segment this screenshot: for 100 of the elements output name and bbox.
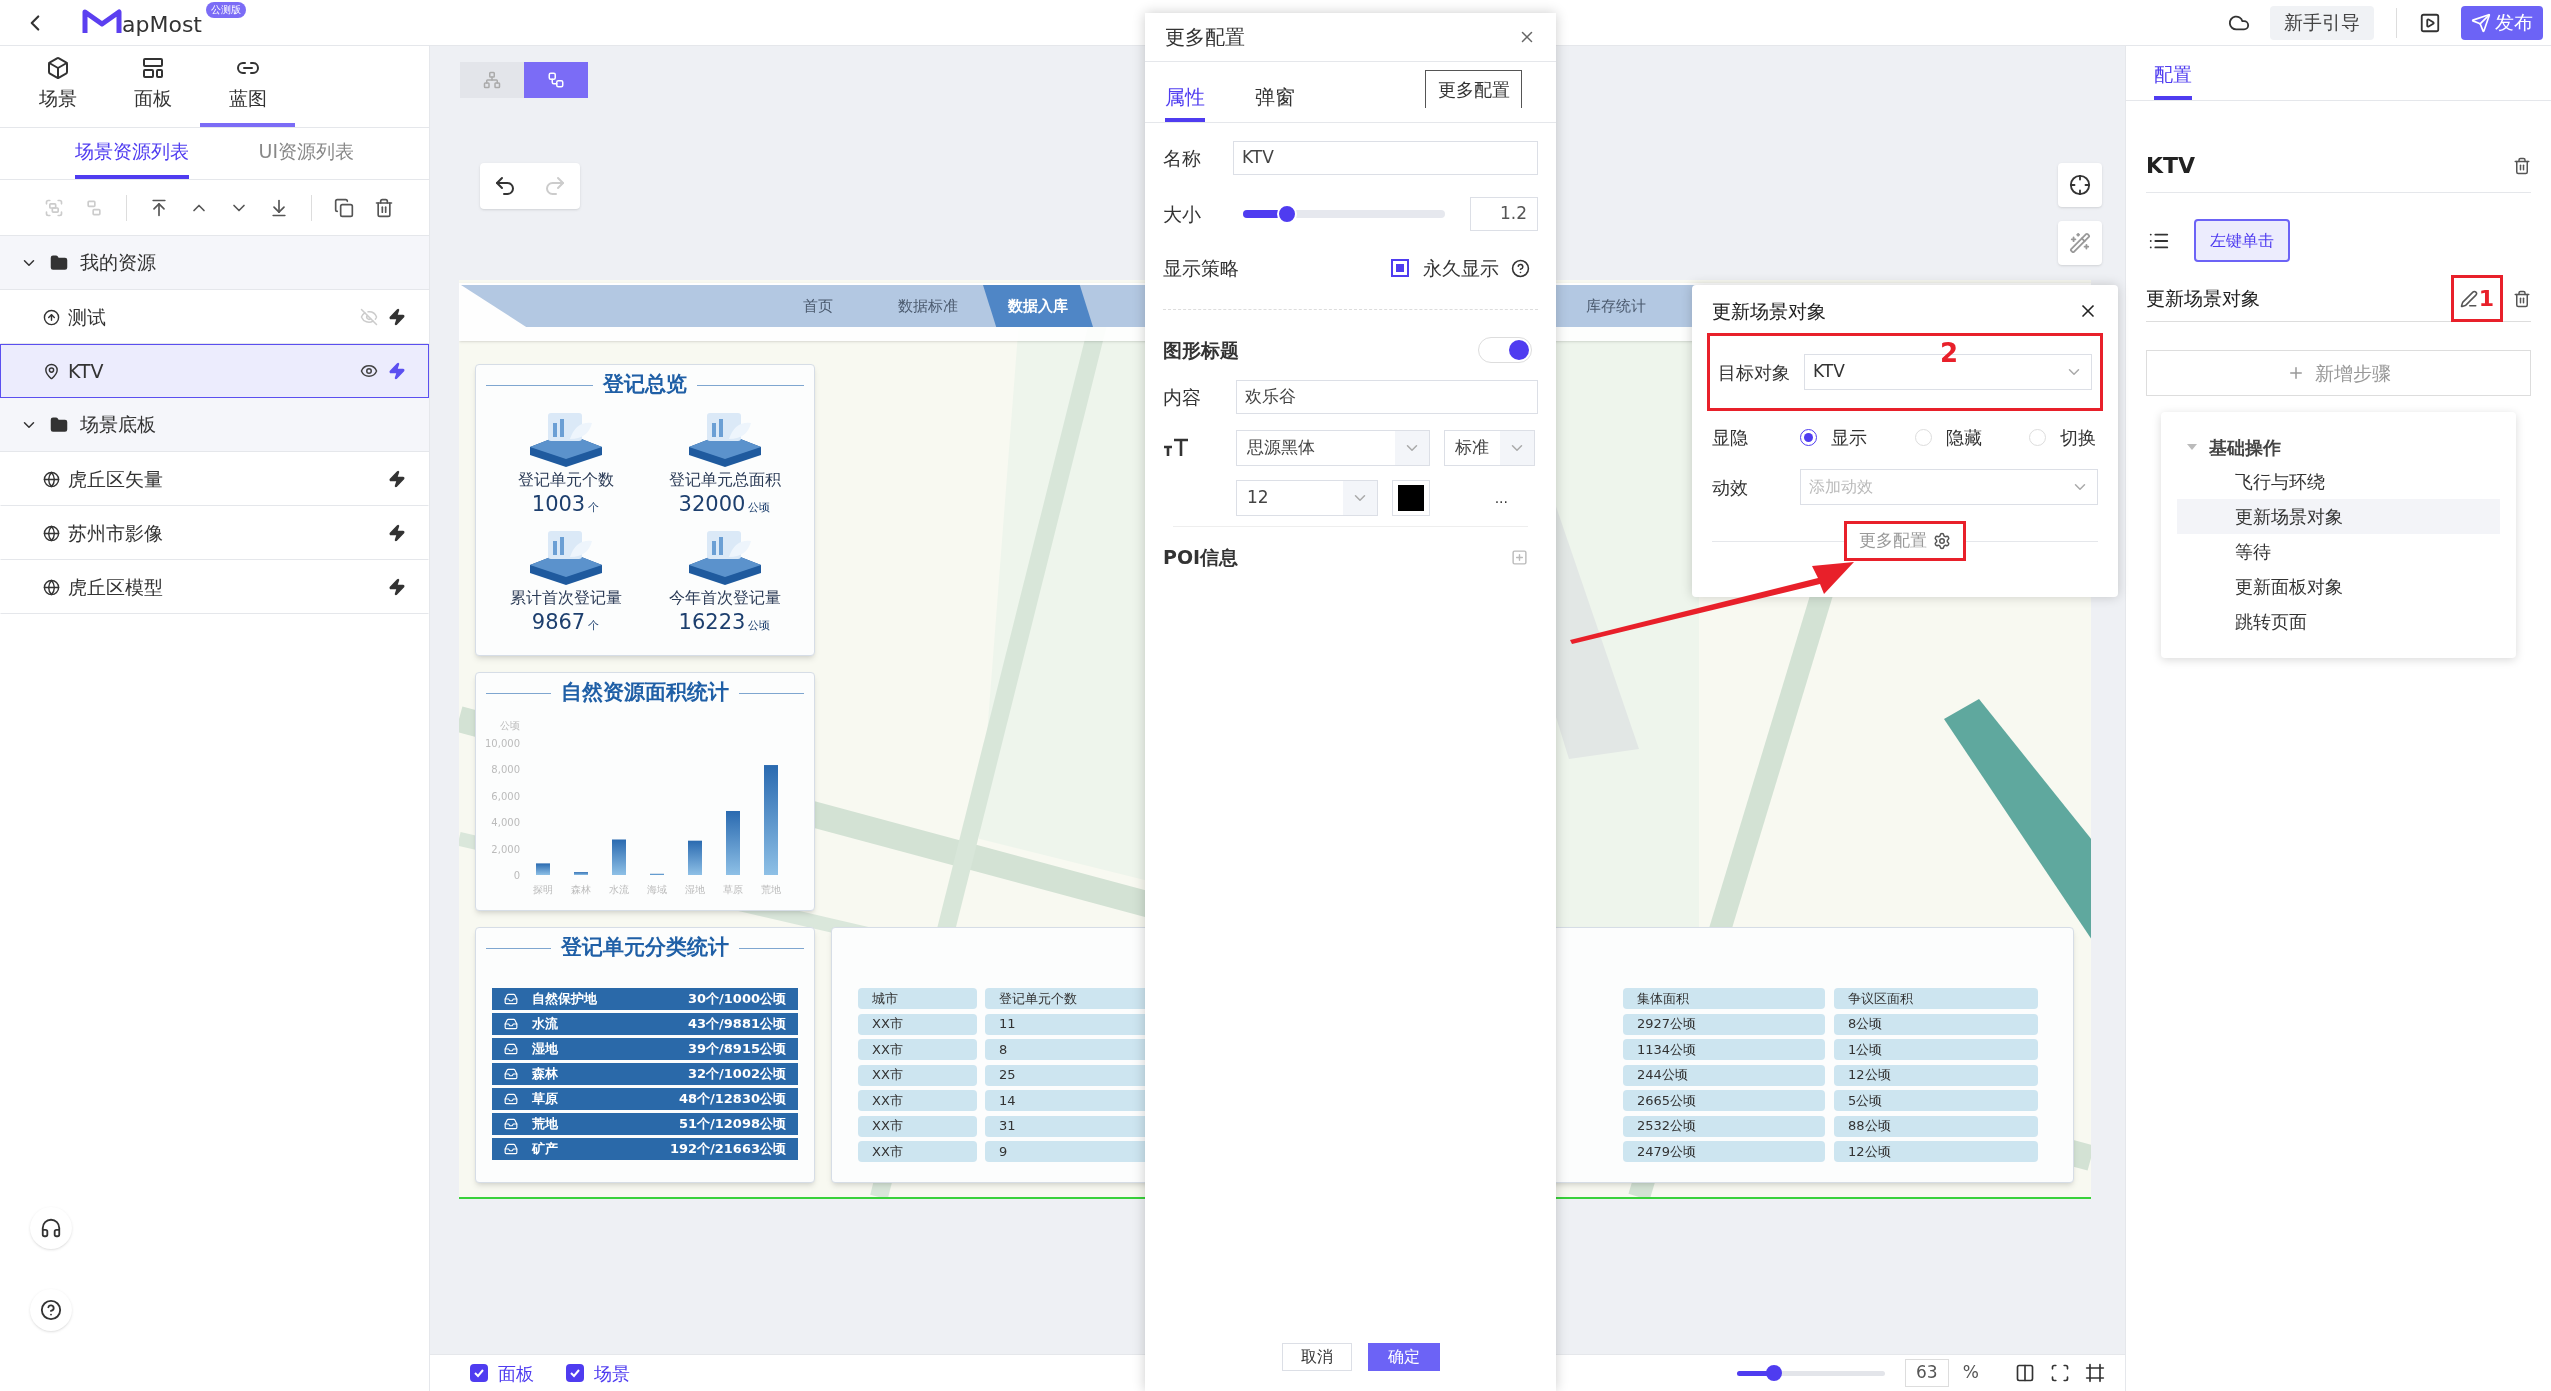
bolt-icon[interactable] <box>388 470 406 488</box>
nav-tab[interactable]: 首页 <box>763 285 873 327</box>
tree-item[interactable]: 虎丘区矢量 <box>0 452 429 506</box>
menu-item[interactable]: 等待 <box>2177 534 2500 569</box>
tree-group[interactable]: 场景底板 <box>0 398 429 452</box>
tree-item[interactable]: 苏州市影像 <box>0 506 429 560</box>
help-icon[interactable] <box>1511 258 1530 278</box>
menu-item[interactable]: 跳转页面 <box>2177 604 2500 639</box>
radio-option[interactable]: 隐藏 <box>1914 423 1982 451</box>
view-toggle[interactable] <box>524 62 588 98</box>
object-name: KTV <box>2146 152 2196 180</box>
column-header: 城市 <box>858 988 977 1009</box>
move-bottom-icon[interactable] <box>269 197 289 218</box>
stat-label: 累计首次登记量 <box>509 587 622 609</box>
fit-screen-icon[interactable] <box>2050 1363 2070 1383</box>
text-size-icon <box>1163 438 1189 458</box>
help-icon <box>40 1299 62 1321</box>
split-view-icon[interactable] <box>2015 1363 2035 1383</box>
font-size-select[interactable]: 12 <box>1236 480 1378 516</box>
help-button[interactable] <box>30 1289 72 1331</box>
bolt-icon[interactable] <box>388 578 406 596</box>
menu-item[interactable]: 更新场景对象 <box>2177 499 2500 534</box>
category-label: 探明 <box>533 884 553 895</box>
table-cell: 5公顷 <box>1834 1090 2038 1111</box>
globe-icon <box>43 470 60 488</box>
field-label: 显隐 <box>1712 425 1749 450</box>
sub-tab[interactable]: UI资源列表 <box>258 128 355 179</box>
main-tab[interactable]: 蓝图 <box>200 46 295 127</box>
zoom-field[interactable]: 63 <box>1904 1359 1949 1387</box>
dialog-tab[interactable]: 属性 <box>1165 82 1205 122</box>
more-options[interactable]: ... <box>1494 487 1508 509</box>
table-cell: XX市 <box>858 1013 977 1035</box>
menu-item[interactable]: 飞行与环绕 <box>2177 464 2500 499</box>
copy-icon[interactable] <box>334 197 354 218</box>
main-tab[interactable]: 场景 <box>10 46 105 127</box>
font-select[interactable]: 思源黑体 <box>1236 430 1430 466</box>
category-label: 水流 <box>609 884 629 895</box>
dialog-tab[interactable]: 弹窗 <box>1255 82 1295 122</box>
category-row: 水流 43个/9881公顷 <box>492 1013 798 1035</box>
sub-tab[interactable]: 场景资源列表 <box>74 128 189 179</box>
undo-icon[interactable] <box>493 174 517 198</box>
popover-title: 更新场景对象 <box>1712 298 1826 324</box>
edit-icon[interactable] <box>2459 289 2478 308</box>
guide-button[interactable]: 新手引导 <box>2270 5 2374 40</box>
tick-label: 10,000 <box>486 738 520 749</box>
stat-value: 1003 个 <box>531 491 600 518</box>
bolt-icon[interactable] <box>388 524 406 542</box>
tick-label: 6,000 <box>491 790 520 802</box>
stat-label: 今年首次登记量 <box>668 587 781 609</box>
tree-item[interactable]: KTV <box>0 344 429 398</box>
nav-tab[interactable]: 数据标准 <box>873 285 983 327</box>
locate-button[interactable] <box>2058 163 2102 207</box>
support-button[interactable] <box>30 1207 72 1249</box>
magic-wand-button[interactable] <box>2058 221 2102 265</box>
field-label: 目标对象 <box>1718 360 1791 385</box>
publish-button[interactable]: 发布 <box>2461 5 2543 40</box>
tray-icon <box>504 1092 518 1106</box>
size-field[interactable]: 1.2 <box>1470 197 1538 231</box>
color-picker[interactable] <box>1392 480 1430 516</box>
name-field[interactable]: KTV <box>1233 141 1538 175</box>
menu-group[interactable]: 基础操作 <box>2177 430 2500 464</box>
cancel-button[interactable]: 取消 <box>1281 1343 1352 1371</box>
section-title: POI信息 <box>1163 544 1239 570</box>
checkbox[interactable]: 永久显示 <box>1391 253 1499 283</box>
trash-icon[interactable] <box>374 197 394 218</box>
config-tab[interactable]: 配置 <box>2154 59 2192 100</box>
card-title: 登记单元分类统计 <box>561 934 729 962</box>
logo-text: apMost <box>122 10 202 39</box>
radio-option[interactable]: 显示 <box>1800 423 1867 451</box>
table-cell: 12公顷 <box>1834 1141 2038 1162</box>
tray-icon <box>504 1067 518 1081</box>
trash-icon[interactable] <box>2513 156 2531 175</box>
play-icon[interactable] <box>2419 11 2441 34</box>
frame-icon[interactable] <box>2085 1363 2105 1383</box>
main-tab[interactable]: 面板 <box>105 46 200 127</box>
globe-icon <box>43 578 60 596</box>
event-chip[interactable]: 左键单击 <box>2194 219 2290 262</box>
checkbox[interactable]: 面板 <box>470 1359 534 1387</box>
move-top-icon[interactable] <box>149 197 169 218</box>
view-toggle[interactable] <box>460 62 524 98</box>
trash-icon[interactable] <box>2513 289 2531 308</box>
menu-item[interactable]: 更新面板对象 <box>2177 569 2500 604</box>
tree-item[interactable]: 虎丘区模型 <box>0 560 429 614</box>
weight-select[interactable]: 标准 <box>1444 430 1535 466</box>
tree-group[interactable]: 我的资源 <box>0 236 429 290</box>
table-cell: 88公顷 <box>1834 1115 2038 1137</box>
checkbox[interactable]: 场景 <box>566 1359 630 1387</box>
table-cell: 1134公顷 <box>1623 1039 1825 1060</box>
content-field[interactable]: 欢乐谷 <box>1236 380 1538 414</box>
send-icon <box>2471 12 2491 33</box>
radio-option[interactable]: 切换 <box>2029 423 2096 451</box>
table-cell: 12公顷 <box>1834 1064 2038 1086</box>
table-cell: XX市 <box>858 1064 977 1086</box>
section-title: 图形标题 <box>1163 337 1239 363</box>
category-row: 荒地 51个/12098公顷 <box>492 1113 798 1135</box>
bolt-icon[interactable] <box>388 308 406 326</box>
nav-tab[interactable]: 库存统计 <box>1561 285 1671 327</box>
stat-label: 登记单元个数 <box>517 469 614 491</box>
confirm-button[interactable]: 确定 <box>1367 1343 1440 1371</box>
eye-icon[interactable] <box>360 362 378 380</box>
